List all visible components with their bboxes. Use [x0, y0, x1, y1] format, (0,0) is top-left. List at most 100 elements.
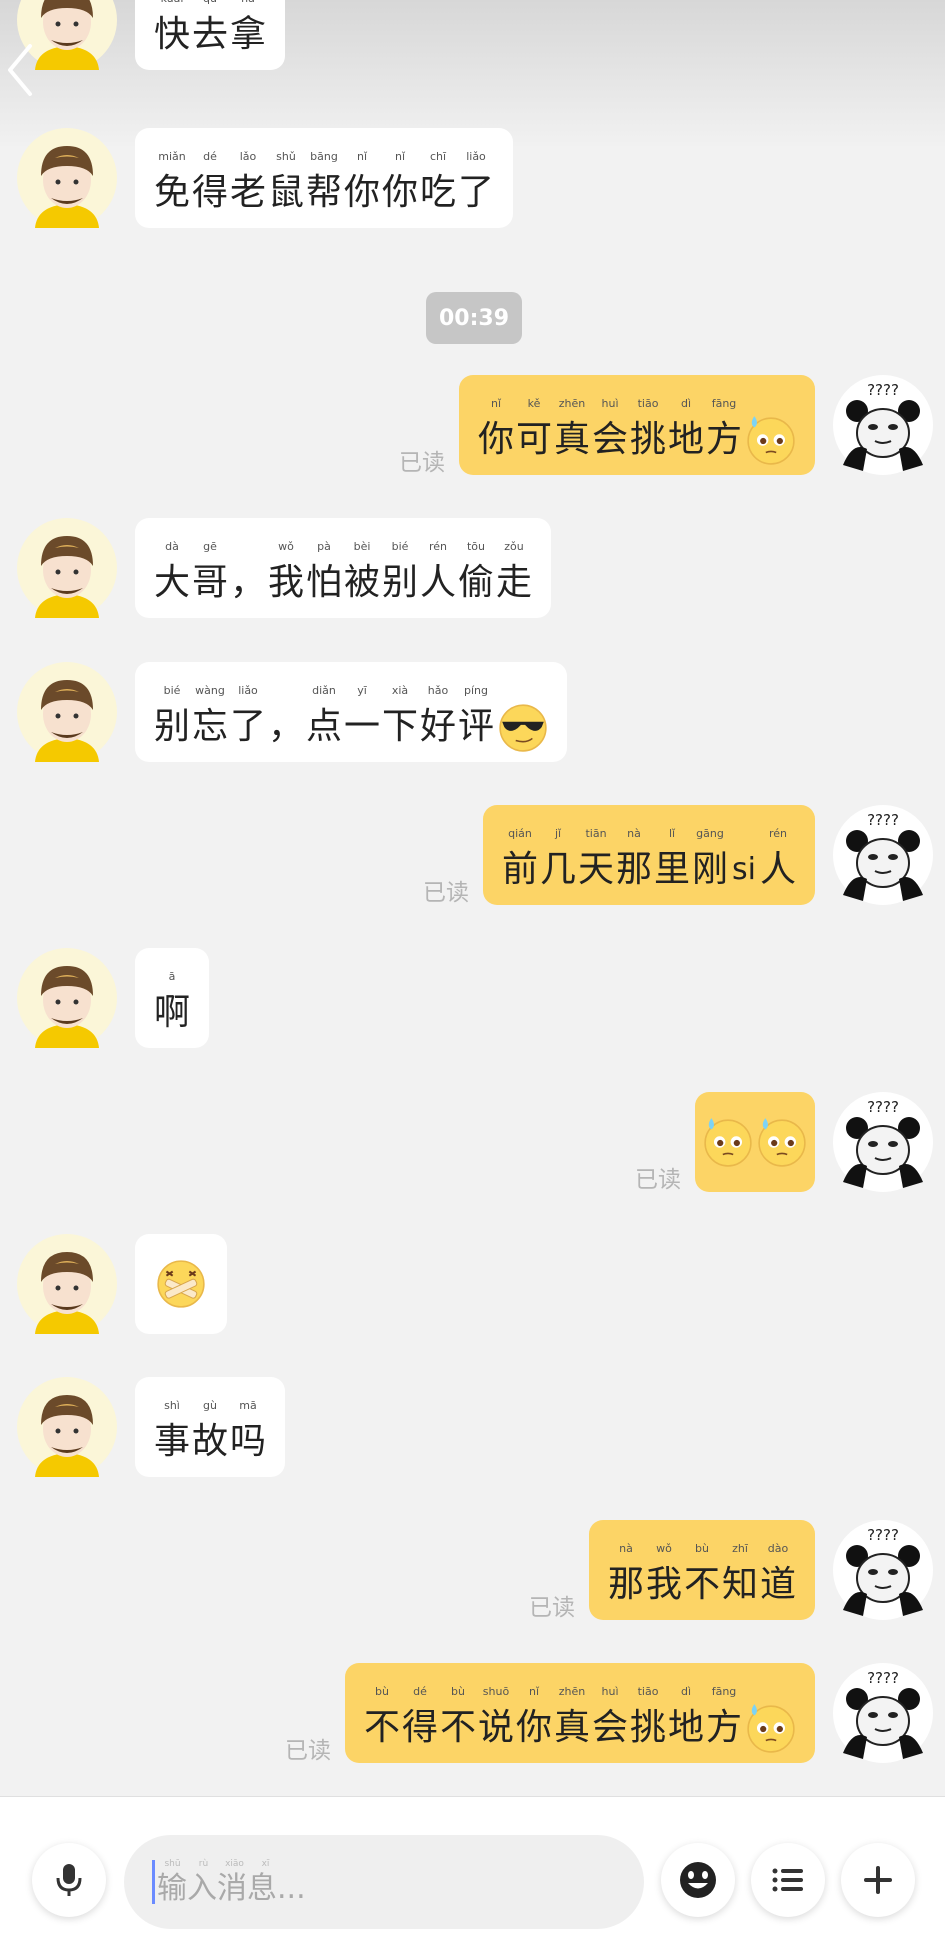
received-message-bubble[interactable]: shì gù mā 事故吗	[135, 1377, 285, 1477]
pinyin-syllable: rén	[428, 540, 448, 553]
placeholder-text: 输入消息...	[157, 1871, 306, 1906]
hanzi-char: 不	[683, 1564, 720, 1605]
hanzi-char: 大	[153, 562, 190, 603]
courier-avatar[interactable]	[17, 662, 117, 762]
hanzi-char: 得	[191, 172, 228, 213]
sent-message-bubble[interactable]: bù dé bù shuō nǐ zhēn huì tiāo dì fāng 不得不说你真会挑地方	[345, 1663, 815, 1763]
courier-avatar[interactable]	[17, 948, 117, 1048]
courier-avatar[interactable]	[17, 1377, 117, 1477]
user-avatar[interactable]: ????	[833, 1092, 933, 1192]
pinyin-syllable: zhī	[732, 1542, 748, 1555]
pinyin-syllable: dào	[767, 1542, 789, 1555]
courier-avatar	[17, 518, 117, 618]
pinyin-syllable: tiāo	[637, 1685, 659, 1698]
menu-button[interactable]	[751, 1843, 825, 1917]
hanzi-char: 人	[759, 849, 796, 890]
message-text: 前几天那里刚 si 人	[501, 847, 797, 893]
received-message-bubble[interactable]: kuàiqùná快去拿	[135, 0, 285, 70]
back-button[interactable]	[2, 40, 38, 100]
received-message-bubble[interactable]: dà gē wǒ pà bèi bié rén tōu zǒu 大哥，我怕被别人偷走	[135, 518, 551, 618]
pinyin-syllable: fāng	[711, 397, 737, 410]
hanzi-char: 偷	[457, 562, 494, 603]
chat-area[interactable]: 00:39 kuàiqùná快去拿 miǎndélǎoshǔbāngnǐnǐch…	[0, 0, 945, 1796]
pinyin-syllable: zǒu	[504, 540, 524, 553]
pinyin-syllable: dì	[680, 1685, 692, 1698]
user-avatar[interactable]: ????	[833, 1663, 933, 1763]
hanzi-char: 故	[191, 1421, 228, 1462]
sent-message-bubble[interactable]	[695, 1092, 815, 1192]
message-text: 你可真会挑地方	[477, 416, 797, 465]
courier-avatar[interactable]	[17, 518, 117, 618]
hanzi-char: 快	[153, 14, 190, 55]
text-caret	[152, 1860, 155, 1904]
hanzi-char: 下	[381, 706, 418, 747]
user-avatar[interactable]: ????	[833, 1520, 933, 1620]
pinyin-syllable: lǐ	[668, 827, 676, 840]
hanzi-char: 几	[539, 849, 576, 890]
message-row: dà gē wǒ pà bèi bié rén tōu zǒu 大哥，我怕被别人偷走	[0, 518, 945, 622]
svg-text:????: ????	[867, 1098, 899, 1116]
smiley-icon	[680, 1862, 716, 1898]
panda-meme-avatar: ????	[833, 375, 933, 475]
pinyin-syllable: zhēn	[558, 397, 586, 410]
sent-message-bubble[interactable]: qián jǐ tiān nà lǐ gāng rén 前几天那里刚 si 人	[483, 805, 815, 905]
hanzi-char: 里	[653, 849, 690, 890]
pinyin-row: bù dé bù shuō nǐ zhēn huì tiāo dì fāng	[363, 1679, 797, 1705]
message-row: kuàiqùná快去拿	[0, 0, 945, 74]
message-row: ???? nǐ kě zhēn huì tiāo dì fāng 你可真会挑地方 已读	[0, 375, 945, 479]
pinyin-row: bié wàng liǎo diǎn yī xià hǎo píng	[153, 678, 549, 704]
message-text: 啊	[153, 990, 191, 1036]
pinyin-syllable: dé	[413, 1685, 427, 1698]
pinyin-syllable: qù	[191, 0, 229, 12]
message-input[interactable]: shū rù xiāo xī 输入消息...	[124, 1835, 644, 1929]
message-row: ā啊	[0, 948, 945, 1052]
hanzi-char: 吃	[419, 172, 456, 213]
received-message-bubble[interactable]: bié wàng liǎo diǎn yī xià hǎo píng 别忘了，点一下好评	[135, 662, 567, 762]
hanzi-char: 怕	[305, 562, 342, 603]
hanzi-char: 事	[153, 1421, 190, 1462]
hanzi-char: 不	[363, 1707, 400, 1748]
message-text: 免得老鼠帮你你吃了	[153, 170, 495, 216]
pinyin-row: ā	[153, 964, 191, 990]
message-row: ???? nà wǒ bù zhī dào 那我不知道已读	[0, 1520, 945, 1624]
pinyin-syllable: dà	[165, 540, 179, 553]
pinyin-syllable: huì	[601, 397, 619, 410]
time-divider: 00:39	[426, 292, 522, 344]
read-receipt: 已读	[529, 1595, 575, 1621]
hanzi-char: 说	[477, 1707, 514, 1748]
sent-message-bubble[interactable]: nà wǒ bù zhī dào 那我不知道	[589, 1520, 815, 1620]
pinyin-row: miǎn dé lǎo shǔ bāng nǐ nǐ chī liǎo	[153, 144, 495, 170]
pinyin-syllable: kě	[527, 397, 541, 410]
received-message-bubble[interactable]: ā啊	[135, 948, 209, 1048]
courier-avatar[interactable]	[17, 1234, 117, 1334]
pinyin-syllable: bāng	[310, 150, 338, 163]
user-avatar[interactable]: ????	[833, 375, 933, 475]
hanzi-char: 方	[705, 419, 742, 460]
pinyin-syllable: xià	[391, 684, 409, 697]
hanzi-char: 好	[419, 706, 456, 747]
sent-message-bubble[interactable]: nǐ kě zhēn huì tiāo dì fāng 你可真会挑地方	[459, 375, 815, 475]
message-text: 大哥，我怕被别人偷走	[153, 560, 533, 606]
emoji-picker-button[interactable]	[661, 1843, 735, 1917]
hanzi-char: 拿	[229, 14, 266, 55]
hanzi-char: 方	[705, 1707, 742, 1748]
message-text: 那我不知道	[607, 1562, 797, 1608]
received-message-bubble[interactable]	[135, 1234, 227, 1334]
more-button[interactable]	[841, 1843, 915, 1917]
hanzi-char: 真	[553, 1707, 590, 1748]
received-message-bubble[interactable]: miǎn dé lǎo shǔ bāng nǐ nǐ chī liǎo 免得老鼠帮你你吃了	[135, 128, 513, 228]
courier-avatar	[17, 1234, 117, 1334]
courier-avatar[interactable]	[17, 128, 117, 228]
voice-button[interactable]	[32, 1843, 106, 1917]
hanzi-char: 你	[515, 1707, 552, 1748]
input-placeholder: shū rù xiāo xī 输入消息...	[157, 1860, 306, 1904]
pinyin-syllable: nǐ	[490, 397, 502, 410]
pinyin-syllable: pà	[317, 540, 331, 553]
hanzi-char: 会	[591, 419, 628, 460]
message-row: ???? bù dé bù shuō nǐ zhēn huì tiāo dì fāng 不得不说你真…	[0, 1663, 945, 1767]
hanzi-char: 免	[153, 172, 190, 213]
user-avatar[interactable]: ????	[833, 805, 933, 905]
read-receipt: 已读	[635, 1167, 681, 1193]
message-row: shì gù mā 事故吗	[0, 1377, 945, 1481]
hanzi-char: 地	[667, 1707, 704, 1748]
